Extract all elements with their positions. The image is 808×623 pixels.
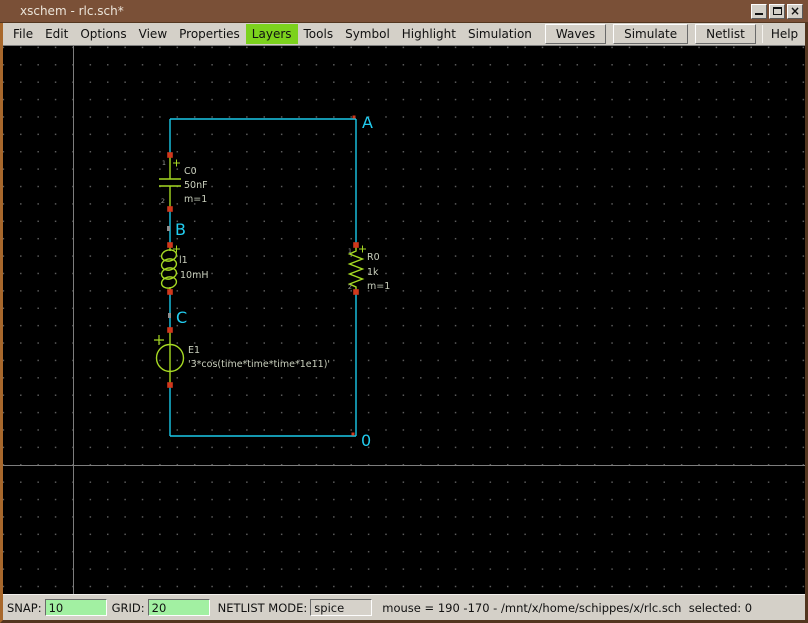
- menu-help[interactable]: Help: [765, 24, 804, 44]
- cap-mult-label: m=1: [184, 194, 207, 205]
- maximize-icon: [773, 7, 782, 15]
- inductor-l1[interactable]: l1 10mH: [161, 246, 209, 293]
- cap-pin2-number: 2: [161, 197, 165, 205]
- resistor-r0[interactable]: 1 2 R0 1k m=1: [348, 245, 390, 292]
- ind-ref-label: l1: [179, 255, 188, 266]
- close-icon: ×: [790, 5, 800, 17]
- cap-value-label: 50nF: [184, 180, 208, 191]
- net-label-gnd[interactable]: 0: [361, 431, 371, 450]
- capacitor-c0[interactable]: 1 2 C0 50nF m=1: [159, 155, 208, 209]
- simulate-button[interactable]: Simulate: [613, 24, 688, 44]
- menu-view[interactable]: View: [133, 24, 173, 44]
- menu-file[interactable]: File: [7, 24, 39, 44]
- plus-mark: [154, 335, 164, 345]
- waves-button[interactable]: Waves: [545, 24, 606, 44]
- schematic-drawing: 1 2 C0 50nF m=1 l1 10mH: [3, 46, 805, 594]
- cap-ref-label: C0: [184, 166, 197, 177]
- close-button[interactable]: ×: [787, 4, 803, 19]
- minimize-button[interactable]: [751, 4, 767, 19]
- res-mult-label: m=1: [367, 281, 390, 292]
- src-value-label: '3*cos(time*time*time*1e11)': [188, 359, 330, 370]
- net-label-a[interactable]: A: [362, 113, 373, 132]
- grid-input[interactable]: [148, 599, 210, 616]
- snap-input[interactable]: [45, 599, 107, 616]
- mouse-status-text: mouse = 190 -170 - /mnt/x/home/schippes/…: [382, 601, 752, 615]
- res-pin1-number: 1: [348, 247, 352, 255]
- grid-label: GRID:: [112, 601, 145, 615]
- minimize-icon: [755, 13, 763, 15]
- res-value-label: 1k: [367, 267, 379, 278]
- netlist-mode-label: NETLIST MODE:: [218, 601, 308, 615]
- netlist-button[interactable]: Netlist: [695, 24, 756, 44]
- window-title: xschem - rlc.sch*: [20, 4, 749, 18]
- snap-label: SNAP:: [7, 601, 42, 615]
- src-ref-label: E1: [188, 345, 200, 356]
- maximize-button[interactable]: [769, 4, 785, 19]
- menu-layers[interactable]: Layers: [246, 24, 298, 44]
- source-symbol: [154, 330, 184, 385]
- statusbar: SNAP: GRID: NETLIST MODE: mouse = 190 -1…: [3, 594, 805, 620]
- net-label-c[interactable]: C: [176, 308, 187, 327]
- xschem-window: xschem - rlc.sch* × File Edit Options Vi…: [0, 0, 808, 623]
- menu-tools[interactable]: Tools: [298, 24, 340, 44]
- schematic-canvas[interactable]: 1 2 C0 50nF m=1 l1 10mH: [3, 46, 805, 594]
- menu-options[interactable]: Options: [74, 24, 132, 44]
- menubar: File Edit Options View Properties Layers…: [3, 23, 805, 46]
- menu-symbol[interactable]: Symbol: [339, 24, 396, 44]
- netlist-mode-input[interactable]: [310, 599, 372, 616]
- plus-mark: [173, 160, 180, 167]
- res-ref-label: R0: [367, 252, 380, 263]
- menubar-separator: [762, 25, 763, 43]
- plus-mark: [359, 246, 366, 253]
- net-label-b[interactable]: B: [175, 220, 186, 239]
- ind-value-label: 10mH: [180, 270, 209, 281]
- source-e1[interactable]: E1 '3*cos(time*time*time*1e11)': [154, 330, 330, 385]
- cap-pin1-number: 1: [162, 159, 166, 167]
- menu-edit[interactable]: Edit: [39, 24, 74, 44]
- res-pin2-number: 2: [348, 283, 352, 291]
- menu-simulation[interactable]: Simulation: [462, 24, 538, 44]
- menu-properties[interactable]: Properties: [173, 24, 246, 44]
- menu-highlight[interactable]: Highlight: [396, 24, 462, 44]
- inductor-symbol: [161, 246, 180, 293]
- titlebar[interactable]: xschem - rlc.sch* ×: [0, 0, 808, 23]
